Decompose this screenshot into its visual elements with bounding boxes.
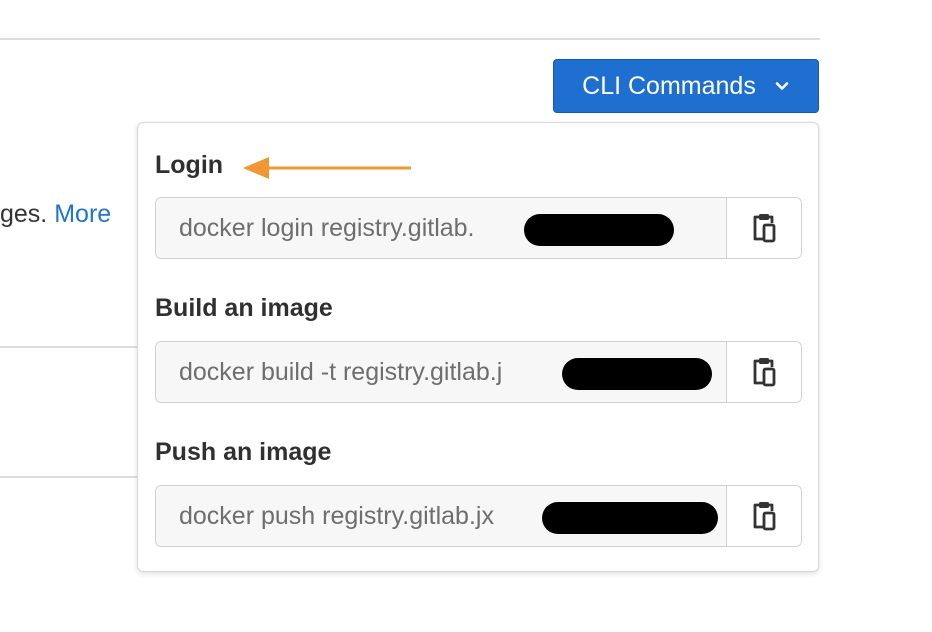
divider [0, 346, 140, 348]
build-command-group: docker build -t registry.gitlab.j [155, 341, 802, 403]
cli-commands-button[interactable]: CLI Commands [553, 59, 819, 113]
push-command-field[interactable]: docker push registry.gitlab.jx [156, 486, 727, 546]
divider [0, 38, 820, 40]
login-command-text: docker login registry.gitlab. [179, 213, 475, 242]
push-command-group: docker push registry.gitlab.jx [155, 485, 802, 547]
push-label: Push an image [155, 438, 332, 466]
login-command-group: docker login registry.gitlab. [155, 197, 802, 259]
divider [0, 476, 140, 478]
more-link[interactable]: More [54, 200, 111, 228]
page: ges. More CLI Commands Login docker logi… [0, 0, 932, 632]
redaction-mark [524, 214, 674, 246]
annotation-arrow-icon [243, 157, 411, 179]
login-label: Login [155, 151, 224, 179]
cli-commands-dropdown: Login docker login registry.gitlab. Buil… [137, 122, 819, 572]
background-text: ges. [0, 200, 48, 228]
copy-push-command-button[interactable] [727, 486, 801, 546]
redaction-mark [542, 502, 718, 534]
clipboard-icon [753, 358, 776, 387]
cli-commands-label: CLI Commands [582, 71, 756, 100]
chevron-down-icon [775, 82, 789, 90]
login-command-field[interactable]: docker login registry.gitlab. [156, 198, 727, 258]
copy-build-command-button[interactable] [727, 342, 801, 402]
copy-login-command-button[interactable] [727, 198, 801, 258]
clipboard-icon [753, 502, 776, 531]
build-command-text: docker build -t registry.gitlab.j [179, 357, 503, 386]
build-label: Build an image [155, 294, 333, 322]
redaction-mark [562, 358, 712, 390]
build-command-field[interactable]: docker build -t registry.gitlab.j [156, 342, 727, 402]
push-command-text: docker push registry.gitlab.jx [179, 501, 494, 530]
background-description: ges. More [0, 200, 111, 229]
clipboard-icon [753, 214, 776, 243]
